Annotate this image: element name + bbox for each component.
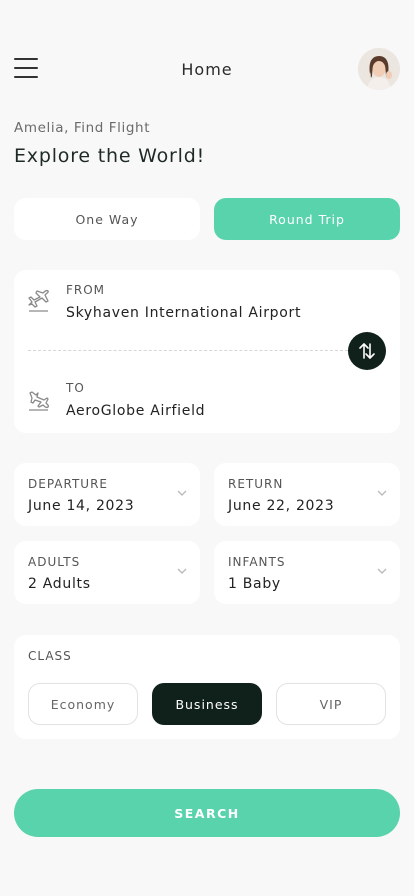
vip-button[interactable]: VIP <box>276 683 386 725</box>
adults-label: ADULTS <box>28 555 81 569</box>
trip-type-toggle: One Way Round Trip <box>14 198 400 240</box>
infants-field[interactable]: INFANTS 1 Baby <box>214 541 400 604</box>
app-header: Home <box>0 48 414 90</box>
return-label: RETURN <box>228 477 284 491</box>
return-field[interactable]: RETURN June 22, 2023 <box>214 463 400 526</box>
page-title: Home <box>181 60 233 79</box>
to-label: TO <box>66 381 85 395</box>
headline: Explore the World! <box>14 145 206 167</box>
route-divider <box>28 350 348 351</box>
from-airport[interactable]: Skyhaven International Airport <box>66 305 301 321</box>
infants-label: INFANTS <box>228 555 286 569</box>
route-card: FROM Skyhaven International Airport TO A… <box>14 270 400 433</box>
to-airport[interactable]: AeroGlobe Airfield <box>66 403 205 419</box>
business-button[interactable]: Business <box>152 683 262 725</box>
adults-field[interactable]: ADULTS 2 Adults <box>14 541 200 604</box>
adults-value: 2 Adults <box>28 576 91 592</box>
chevron-down-icon <box>377 568 387 575</box>
class-card: CLASS Economy Business VIP <box>14 635 400 739</box>
chevron-down-icon <box>177 568 187 575</box>
infants-value: 1 Baby <box>228 576 281 592</box>
departure-label: DEPARTURE <box>28 477 108 491</box>
chevron-down-icon <box>377 490 387 497</box>
departure-field[interactable]: DEPARTURE June 14, 2023 <box>14 463 200 526</box>
return-value: June 22, 2023 <box>228 498 335 514</box>
plane-landing-icon <box>29 391 50 411</box>
round-trip-button[interactable]: Round Trip <box>214 198 400 240</box>
avatar[interactable] <box>358 48 400 90</box>
class-label: CLASS <box>28 649 72 663</box>
departure-value: June 14, 2023 <box>28 498 135 514</box>
swap-arrows-icon <box>359 343 375 359</box>
chevron-down-icon <box>177 490 187 497</box>
economy-button[interactable]: Economy <box>28 683 138 725</box>
one-way-button[interactable]: One Way <box>14 198 200 240</box>
swap-button[interactable] <box>348 332 386 370</box>
greeting-text: Amelia, Find Flight <box>14 120 151 136</box>
from-label: FROM <box>66 283 106 297</box>
plane-takeoff-icon <box>28 289 49 312</box>
search-button[interactable]: SEARCH <box>14 789 400 837</box>
